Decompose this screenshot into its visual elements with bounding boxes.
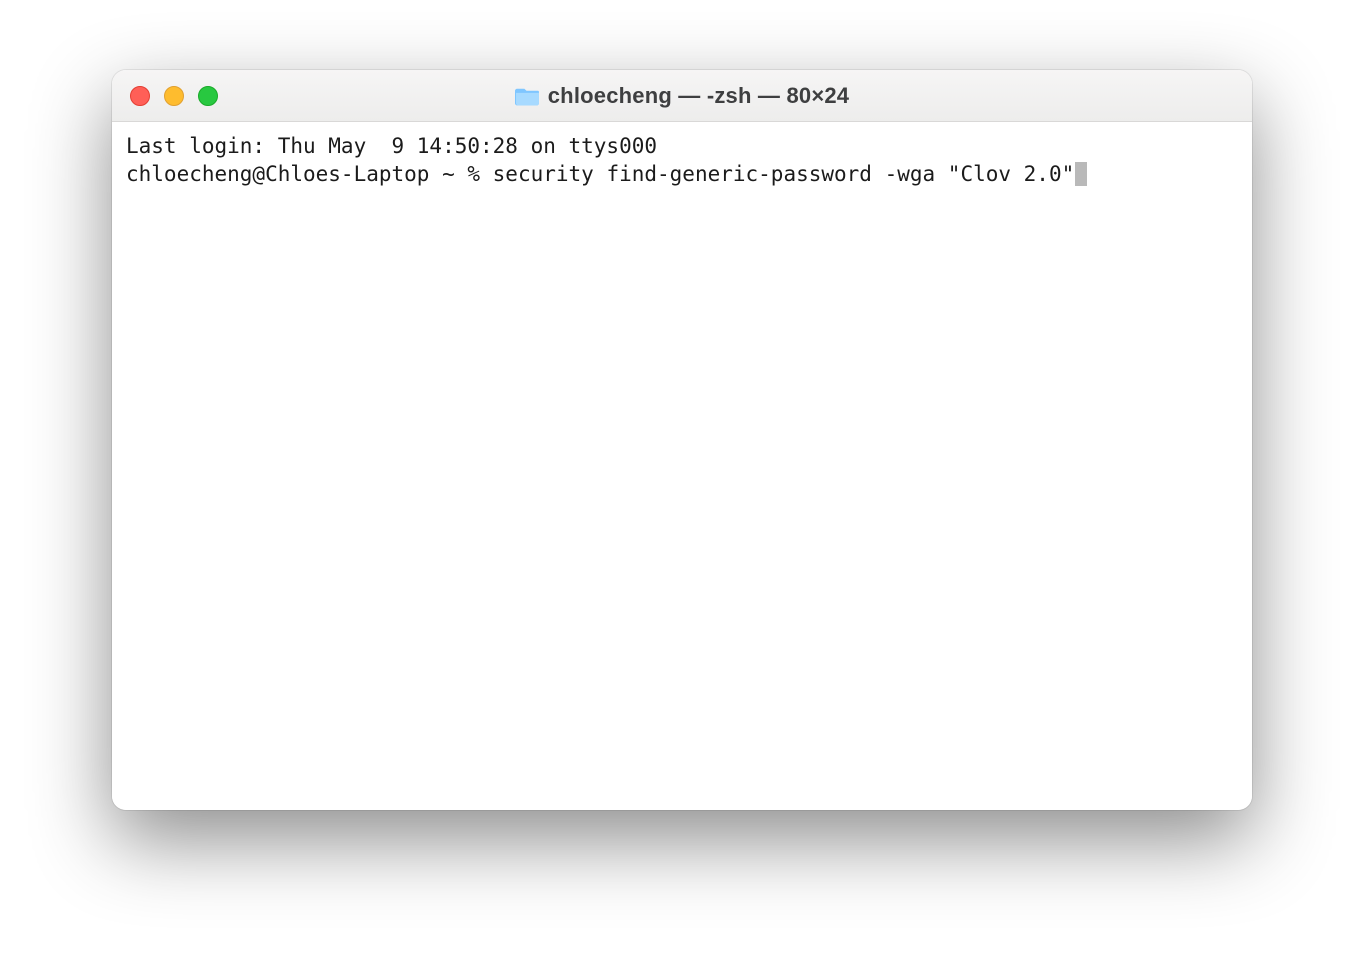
terminal-window: chloecheng — -zsh — 80×24 Last login: Th… <box>112 70 1252 810</box>
folder-icon <box>515 85 540 107</box>
shell-prompt: chloecheng@Chloes-Laptop ~ % <box>126 162 493 186</box>
close-button[interactable] <box>130 86 150 106</box>
terminal-content[interactable]: Last login: Thu May 9 14:50:28 on ttys00… <box>112 122 1252 810</box>
traffic-lights <box>130 86 218 106</box>
cursor <box>1075 162 1087 186</box>
prompt-line: chloecheng@Chloes-Laptop ~ % security fi… <box>126 160 1238 188</box>
window-title-wrap: chloecheng — -zsh — 80×24 <box>112 83 1252 109</box>
window-title: chloecheng — -zsh — 80×24 <box>548 83 849 109</box>
maximize-button[interactable] <box>198 86 218 106</box>
window-titlebar: chloecheng — -zsh — 80×24 <box>112 70 1252 122</box>
last-login-line: Last login: Thu May 9 14:50:28 on ttys00… <box>126 132 1238 160</box>
minimize-button[interactable] <box>164 86 184 106</box>
typed-command: security find-generic-password -wga "Clo… <box>493 162 1075 186</box>
